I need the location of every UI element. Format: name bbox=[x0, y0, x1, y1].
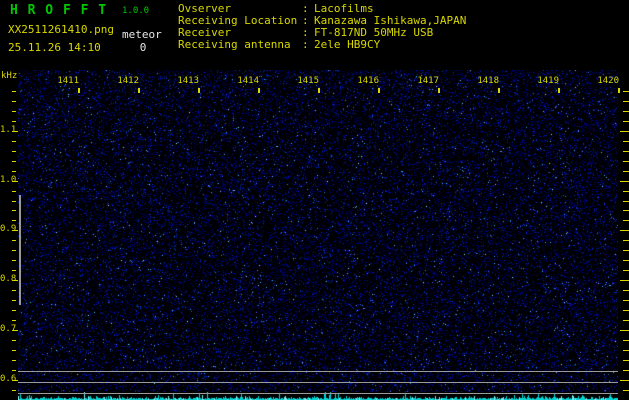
time-tick bbox=[558, 88, 560, 93]
time-tick bbox=[138, 88, 140, 93]
freq-minor-tick-right bbox=[623, 300, 629, 301]
freq-minor-tick-left bbox=[12, 151, 16, 152]
freq-minor-tick-right bbox=[623, 141, 629, 142]
freq-minor-tick-right bbox=[623, 320, 629, 321]
freq-minor-tick-right bbox=[623, 101, 629, 102]
freq-major-tick-left bbox=[12, 230, 18, 231]
ref-line-horizontal bbox=[18, 382, 618, 383]
freq-minor-tick-right bbox=[623, 360, 629, 361]
freq-minor-tick-right bbox=[623, 91, 629, 92]
freq-minor-tick-right bbox=[623, 340, 629, 341]
time-label: 1411 bbox=[55, 77, 79, 86]
freq-minor-tick-left bbox=[12, 260, 16, 261]
hrofft-screen: H R O F F T 1.0.0 XX2511261410.png meteo… bbox=[0, 0, 629, 400]
freq-major-tick-right bbox=[620, 131, 629, 132]
freq-minor-tick-right bbox=[623, 171, 629, 172]
freq-minor-tick-right bbox=[623, 350, 629, 351]
time-label: 1419 bbox=[535, 77, 559, 86]
freq-minor-tick-right bbox=[623, 121, 629, 122]
freq-minor-tick-right bbox=[623, 270, 629, 271]
time-label: 1412 bbox=[115, 77, 139, 86]
freq-minor-tick-right bbox=[623, 161, 629, 162]
freq-minor-tick-left bbox=[12, 370, 16, 371]
freq-minor-tick-right bbox=[623, 370, 629, 371]
freq-minor-tick-right bbox=[623, 151, 629, 152]
freq-minor-tick-left bbox=[12, 350, 16, 351]
freq-minor-tick-right bbox=[623, 220, 629, 221]
freq-minor-tick-right bbox=[623, 310, 629, 311]
time-label: 1420 bbox=[595, 77, 619, 86]
time-tick bbox=[198, 88, 200, 93]
freq-minor-tick-right bbox=[623, 191, 629, 192]
freq-minor-tick-left bbox=[12, 191, 16, 192]
freq-minor-tick-right bbox=[623, 390, 629, 391]
freq-minor-tick-left bbox=[12, 300, 16, 301]
freq-minor-tick-left bbox=[12, 360, 16, 361]
freq-minor-tick-right bbox=[623, 260, 629, 261]
freq-minor-tick-left bbox=[12, 320, 16, 321]
freq-minor-tick-left bbox=[12, 250, 16, 251]
freq-minor-tick-right bbox=[623, 290, 629, 291]
freq-minor-tick-left bbox=[12, 161, 16, 162]
time-label: 1414 bbox=[235, 77, 259, 86]
axis-overlay: 1.1 1.0 0.9 0.8 0.7 0.6 1411 1412 1413 1414 1415 14… bbox=[0, 0, 629, 400]
time-tick bbox=[258, 88, 260, 93]
freq-minor-tick-left bbox=[12, 240, 16, 241]
freq-minor-tick-right bbox=[623, 201, 629, 202]
freq-major-tick-left bbox=[12, 280, 18, 281]
freq-minor-tick-right bbox=[623, 210, 629, 211]
freq-minor-tick-left bbox=[12, 121, 16, 122]
freq-major-tick-right bbox=[620, 280, 629, 281]
freq-minor-tick-left bbox=[12, 141, 16, 142]
time-label: 1417 bbox=[415, 77, 439, 86]
time-tick bbox=[498, 88, 500, 93]
time-label: 1416 bbox=[355, 77, 379, 86]
time-tick bbox=[318, 88, 320, 93]
freq-major-tick-left bbox=[12, 330, 18, 331]
time-tick bbox=[618, 88, 620, 93]
freq-minor-tick-left bbox=[12, 201, 16, 202]
freq-minor-tick-left bbox=[12, 91, 16, 92]
ref-line-horizontal bbox=[18, 393, 618, 394]
freq-major-tick-right bbox=[620, 380, 629, 381]
freq-minor-tick-left bbox=[12, 390, 16, 391]
freq-minor-tick-left bbox=[12, 111, 16, 112]
freq-major-tick-left bbox=[12, 380, 18, 381]
ref-line-vertical bbox=[19, 195, 21, 305]
time-tick bbox=[378, 88, 380, 93]
time-label: 1413 bbox=[175, 77, 199, 86]
freq-major-tick-right bbox=[620, 330, 629, 331]
freq-minor-tick-right bbox=[623, 250, 629, 251]
time-label: 1415 bbox=[295, 77, 319, 86]
freq-minor-tick-left bbox=[12, 270, 16, 271]
freq-minor-tick-left bbox=[12, 220, 16, 221]
freq-minor-tick-right bbox=[623, 240, 629, 241]
freq-minor-tick-left bbox=[12, 290, 16, 291]
freq-major-tick-left bbox=[12, 181, 18, 182]
freq-minor-tick-left bbox=[12, 171, 16, 172]
freq-minor-tick-left bbox=[12, 210, 16, 211]
freq-major-tick-left bbox=[12, 131, 18, 132]
freq-minor-tick-left bbox=[12, 340, 16, 341]
time-tick bbox=[438, 88, 440, 93]
freq-minor-tick-right bbox=[623, 111, 629, 112]
ref-line-horizontal bbox=[18, 371, 618, 372]
freq-minor-tick-left bbox=[12, 101, 16, 102]
freq-major-tick-right bbox=[620, 230, 629, 231]
freq-minor-tick-left bbox=[12, 310, 16, 311]
freq-major-tick-right bbox=[620, 181, 629, 182]
time-tick bbox=[78, 88, 80, 93]
time-label: 1418 bbox=[475, 77, 499, 86]
